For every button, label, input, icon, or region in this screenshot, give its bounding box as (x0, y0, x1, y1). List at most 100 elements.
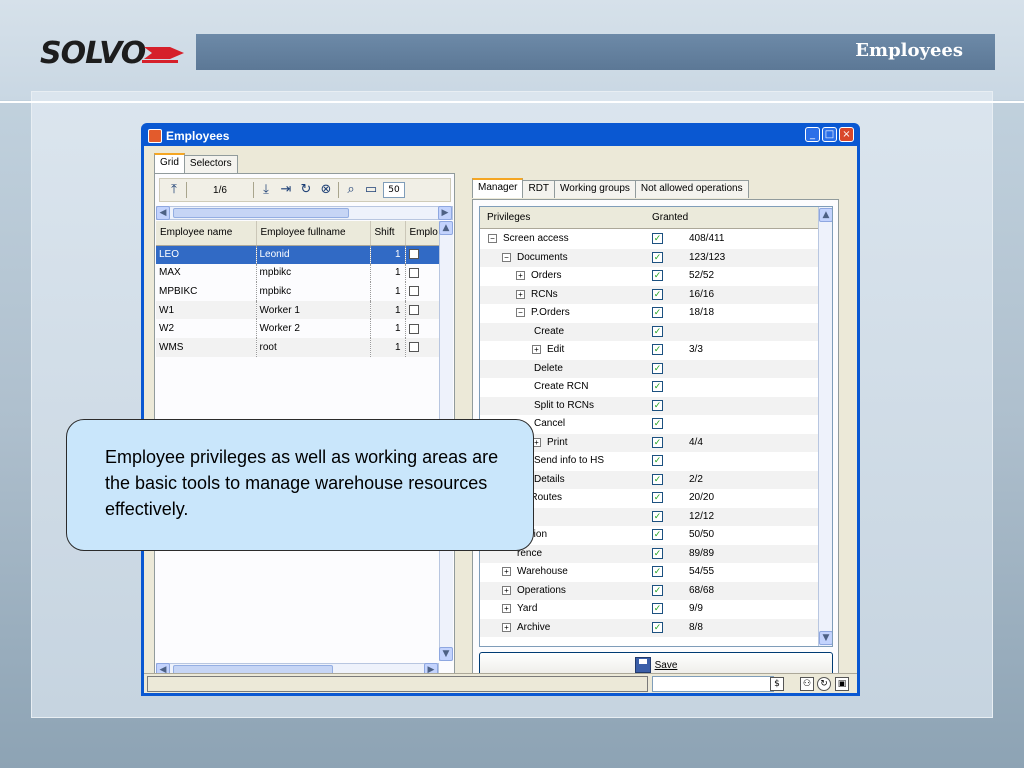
privilege-row[interactable]: Delete ✓ (480, 359, 818, 378)
tab-working-groups[interactable]: Working groups (554, 180, 636, 198)
granted-checkbox[interactable]: ✓ (652, 436, 663, 448)
table-row[interactable]: MPBIKC mpbikc 1 (156, 282, 440, 301)
expand-icon[interactable]: + (532, 345, 541, 354)
granted-checkbox[interactable]: ✓ (652, 584, 663, 596)
tab-manager[interactable]: Manager (472, 178, 524, 198)
column-emplo[interactable]: Emplo (405, 221, 440, 246)
scroll-up-icon[interactable]: ▲ (439, 221, 453, 235)
granted-checkbox[interactable]: ✓ (652, 529, 663, 540)
users-icon[interactable]: ⚇ (800, 677, 814, 691)
tab-rdt[interactable]: RDT (522, 180, 556, 198)
grid-top-scrollbar[interactable] (156, 206, 453, 220)
scroll-down-icon[interactable]: ▼ (439, 647, 453, 661)
granted-checkbox[interactable]: ✓ (652, 344, 663, 355)
table-row[interactable]: W1 Worker 1 1 (156, 300, 440, 320)
column-privileges[interactable]: Privileges (487, 212, 530, 223)
scroll-right-icon[interactable]: ▶ (438, 206, 452, 220)
row-checkbox[interactable] (408, 267, 419, 278)
granted-checkbox[interactable]: ✓ (652, 381, 663, 392)
tab-not-allowed-operations[interactable]: Not allowed operations (634, 180, 749, 198)
privilege-row[interactable]: − Documents ✓ 123/123 (480, 248, 818, 267)
privilege-row[interactable]: + Yard ✓ 9/9 (480, 600, 818, 619)
collapse-icon[interactable]: − (516, 308, 525, 317)
column-employee-name[interactable]: Employee name (156, 221, 257, 246)
granted-checkbox[interactable]: ✓ (652, 547, 663, 559)
privileges-scrollbar[interactable] (818, 207, 832, 646)
granted-checkbox[interactable]: ✓ (652, 325, 663, 337)
table-row[interactable]: W2 Worker 2 1 (156, 319, 440, 338)
close-icon[interactable]: × (839, 127, 854, 142)
scroll-left-icon[interactable]: ◀ (156, 206, 170, 220)
row-checkbox[interactable] (408, 304, 419, 315)
privilege-row[interactable]: + Warehouse ✓ 54/55 (480, 563, 818, 582)
granted-checkbox[interactable]: ✓ (652, 510, 663, 522)
column-employee-fullname[interactable]: Employee fullname (256, 221, 371, 246)
granted-checkbox[interactable]: ✓ (652, 307, 663, 318)
expand-icon[interactable]: + (502, 604, 511, 613)
granted-checkbox[interactable]: ✓ (652, 399, 663, 411)
reload-icon[interactable]: ↻ (817, 677, 831, 691)
rows-per-page-input[interactable]: 50 (383, 182, 405, 198)
expand-icon[interactable]: + (516, 271, 525, 280)
granted-checkbox[interactable]: ✓ (652, 566, 663, 577)
privilege-row[interactable]: − Screen access ✓ 408/411 (480, 230, 818, 249)
granted-checkbox[interactable]: ✓ (652, 233, 663, 244)
next-page-icon[interactable]: ⤓ (258, 182, 274, 198)
scroll-down-icon[interactable]: ▼ (819, 631, 832, 645)
granted-checkbox[interactable]: ✓ (652, 288, 663, 300)
tab-grid[interactable]: Grid (154, 153, 185, 173)
granted-checkbox[interactable]: ✓ (652, 251, 663, 263)
window-titlebar[interactable]: Employees (144, 126, 857, 146)
collapse-icon[interactable]: − (488, 234, 497, 243)
privilege-label: Orders (531, 270, 562, 281)
row-checkbox[interactable] (408, 286, 419, 297)
stop-icon[interactable]: ⊗ (318, 182, 334, 198)
privileges-tree: Privileges Granted − Screen access ✓ 408/41… (479, 206, 833, 647)
privilege-row[interactable]: rence ✓ 89/89 (480, 544, 818, 563)
granted-checkbox[interactable]: ✓ (652, 270, 663, 281)
granted-checkbox[interactable]: ✓ (652, 362, 663, 374)
privilege-row[interactable]: + Archive ✓ 8/8 (480, 618, 818, 637)
granted-checkbox[interactable]: ✓ (652, 473, 663, 485)
granted-checkbox[interactable]: ✓ (652, 621, 663, 633)
expand-icon[interactable]: + (502, 622, 511, 632)
collapse-icon[interactable]: − (502, 252, 511, 262)
granted-checkbox[interactable]: ✓ (652, 418, 663, 429)
tab-selectors[interactable]: Selectors (183, 155, 238, 173)
column-granted[interactable]: Granted (652, 212, 688, 223)
privilege-row[interactable]: + Operations ✓ 68/68 (480, 581, 818, 600)
privilege-row[interactable]: + Edit ✓ 3/3 (480, 341, 818, 360)
table-row[interactable]: MAX mpbikc 1 (156, 263, 440, 283)
granted-checkbox[interactable]: ✓ (652, 603, 663, 614)
refresh-icon[interactable]: ↻ (298, 182, 314, 198)
last-page-icon[interactable]: ⇥ (278, 182, 294, 198)
privilege-label: Cancel (534, 418, 566, 429)
privilege-row[interactable]: Create ✓ (480, 322, 818, 341)
granted-checkbox[interactable]: ✓ (652, 492, 663, 503)
status-input[interactable] (652, 676, 774, 692)
privilege-row[interactable]: + RCNs ✓ 16/16 (480, 285, 818, 304)
granted-checkbox[interactable]: ✓ (652, 455, 663, 466)
privilege-row[interactable]: Split to RCNs ✓ (480, 396, 818, 415)
expand-icon[interactable]: + (502, 585, 511, 595)
privilege-row[interactable]: + Orders ✓ 52/52 (480, 267, 818, 286)
minimize-icon[interactable]: _ (805, 127, 820, 142)
column-shift[interactable]: Shift (370, 221, 406, 246)
table-row[interactable]: WMS root 1 (156, 337, 440, 357)
expand-icon[interactable]: + (502, 567, 511, 576)
settings-icon[interactable]: ▣ (835, 677, 849, 691)
privilege-row[interactable]: Create RCN ✓ (480, 378, 818, 397)
privilege-row[interactable]: − P.Orders ✓ 18/18 (480, 304, 818, 323)
scroll-up-icon[interactable]: ▲ (819, 208, 832, 222)
folder-icon[interactable]: ▭ (363, 182, 379, 198)
privilege-label: Edit (547, 344, 565, 355)
maximize-icon[interactable]: □ (822, 127, 837, 142)
row-checkbox[interactable] (408, 342, 419, 353)
user-icon[interactable]: $ (770, 677, 784, 691)
expand-icon[interactable]: + (516, 289, 525, 299)
row-checkbox[interactable] (408, 249, 419, 260)
table-row[interactable]: LEO Leonid 1 (156, 245, 440, 264)
row-checkbox[interactable] (408, 323, 419, 334)
search-icon[interactable]: ⌕ (343, 182, 359, 198)
first-page-icon[interactable]: ⤒ (166, 182, 182, 198)
